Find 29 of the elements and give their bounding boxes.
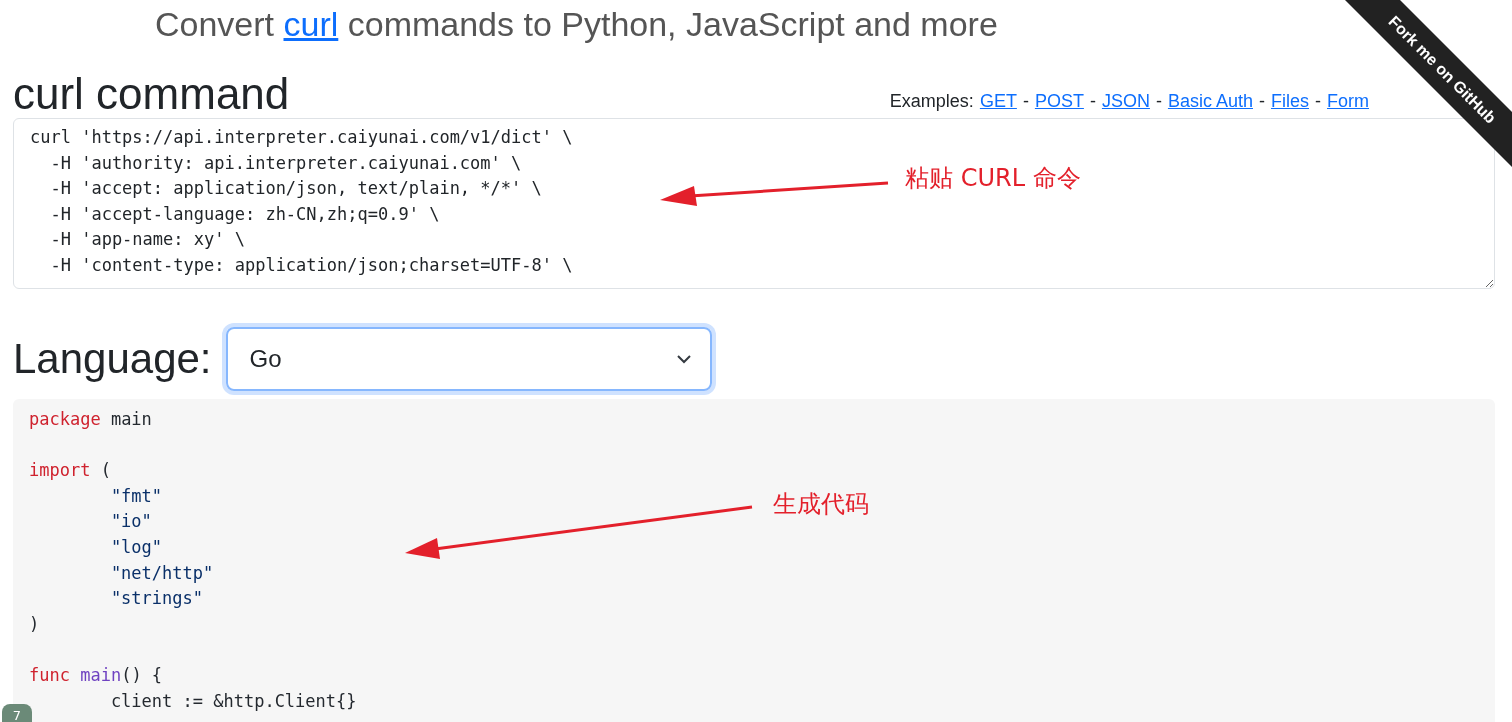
annotation-text: 粘贴 CURL 命令 xyxy=(905,163,1081,194)
code-line: package main xyxy=(29,408,152,431)
code-line: "io" xyxy=(109,510,152,534)
code-line: "fmt" xyxy=(109,484,163,508)
code-line: ) xyxy=(29,612,40,636)
annotation-text: 生成代码 xyxy=(773,489,869,520)
page-title: Convert curl commands to Python, JavaScript and more xyxy=(155,5,998,43)
separator: - xyxy=(1259,91,1265,112)
code-line: import ( xyxy=(29,459,111,483)
chevron-icon xyxy=(675,354,692,364)
separator: - xyxy=(1155,91,1162,112)
separator: - xyxy=(1022,91,1029,112)
separator: - xyxy=(1315,91,1321,112)
section-heading: curl command xyxy=(13,70,290,118)
corner-badge[interactable]: 7 xyxy=(2,704,32,722)
example-link[interactable]: POST xyxy=(1034,91,1084,112)
language-label: Language: xyxy=(13,335,212,383)
code-line: func main() { xyxy=(29,663,163,687)
example-link[interactable]: Basic Auth xyxy=(1167,91,1253,112)
example-link[interactable]: GET xyxy=(979,91,1017,112)
code-line: client := &http.Client{} xyxy=(109,689,357,713)
code-line: "net/http" xyxy=(109,561,214,585)
code-line: "log" xyxy=(109,535,163,559)
example-link[interactable]: JSON xyxy=(1101,91,1150,112)
curl-link[interactable]: curl xyxy=(283,5,339,43)
example-link[interactable]: Files xyxy=(1271,91,1309,112)
code-line: "strings" xyxy=(109,587,203,611)
examples-label: Examples: xyxy=(889,91,974,112)
separator: - xyxy=(1089,91,1096,112)
